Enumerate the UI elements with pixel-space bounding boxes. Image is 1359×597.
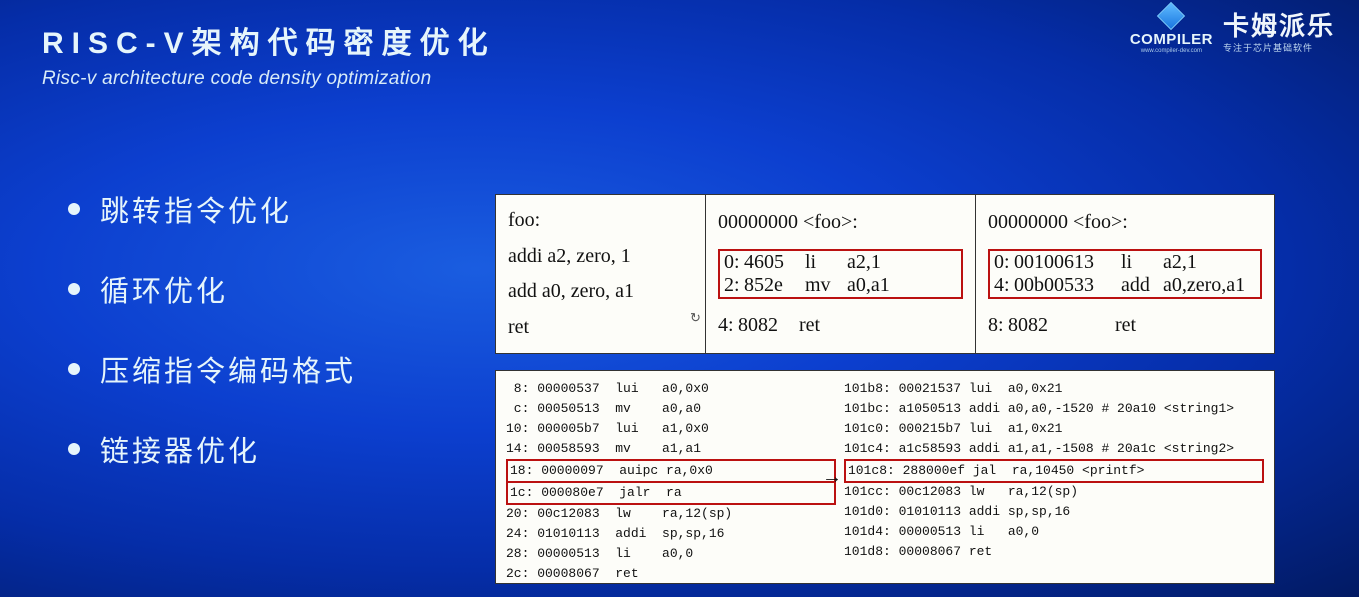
mnemonic: mv <box>805 274 847 297</box>
dis-line: 1c: 000080e7 jalr ra <box>506 481 836 505</box>
dis-line: 101c4: a1c58593 addi a1,a1,-1508 # 20a1c… <box>844 439 1264 459</box>
dis-line: 101c8: 288000ef jal ra,10450 <printf> <box>844 459 1264 483</box>
reload-icon: ↻ <box>690 310 701 326</box>
title-cn: RISC-V架构代码密度优化 <box>42 18 496 62</box>
dis-line: 101cc: 00c12083 lw ra,12(sp) <box>844 482 1264 502</box>
mnemonic: ret <box>799 314 841 337</box>
linker-before-column: 8: 00000537 lui a0,0x0 c: 00050513 mv a0… <box>506 379 836 575</box>
bullet-dot-icon <box>68 283 80 295</box>
arrow-icon: → <box>822 466 842 489</box>
dis-line: 10: 000005b7 lui a1,0x0 <box>506 419 836 439</box>
linker-after-column: 101b8: 00021537 lui a0,0x21101bc: a10505… <box>844 379 1264 575</box>
dis-line: 18: 00000097 auipc ra,0x0 <box>506 459 836 483</box>
bullet-list: 跳转指令优化 循环优化 压缩指令编码格式 链接器优化 <box>68 188 356 508</box>
logo-block: COMPILER www.compiler-dev.com 卡姆派乐 专注于芯片… <box>1130 6 1335 54</box>
addr: 8: <box>988 314 1008 337</box>
mnemonic: li <box>805 251 847 274</box>
addr: 0: <box>994 251 1014 274</box>
mnemonic: add <box>1121 274 1163 297</box>
asm-line: addi a2, zero, 1 <box>508 245 693 268</box>
dis-line: 4:8082 ret <box>718 314 963 337</box>
bullet-item: 循环优化 <box>68 268 356 310</box>
asm-line: add a0, zero, a1 <box>508 280 693 303</box>
dis-line: 0:00100613 lia2,1 <box>994 251 1256 274</box>
dis-line: 28: 00000513 li a0,0 <box>506 544 836 564</box>
dis-line: 8: 00000537 lui a0,0x0 <box>506 379 836 399</box>
asm-source-column: foo: addi a2, zero, 1 add a0, zero, a1 r… <box>496 195 706 353</box>
bullet-item: 跳转指令优化 <box>68 188 356 230</box>
bullet-item: 压缩指令编码格式 <box>68 348 356 390</box>
logo-compiler-text: COMPILER <box>1130 31 1213 48</box>
operands: a2,1 <box>847 251 881 273</box>
dis-line: 101c0: 000215b7 lui a1,0x21 <box>844 419 1264 439</box>
dis-line: 24: 01010113 addi sp,sp,16 <box>506 524 836 544</box>
addr: 0: <box>724 251 744 274</box>
dis-line: 101b8: 00021537 lui a0,0x21 <box>844 379 1264 399</box>
logo-compiler-sub: www.compiler-dev.com <box>1130 48 1213 54</box>
dis-line: 20: 00c12083 lw ra,12(sp) <box>506 504 836 524</box>
encoding: 4605 <box>744 251 800 274</box>
diamond-icon <box>1157 2 1185 30</box>
operands: a2,1 <box>1163 251 1197 273</box>
bullet-text: 链接器优化 <box>100 428 260 470</box>
dis-line: 2c: 00008067 ret <box>506 564 836 584</box>
asm-line: ret <box>508 316 693 339</box>
encoding: 00100613 <box>1014 251 1116 274</box>
bullet-text: 循环优化 <box>100 268 228 310</box>
panel-linker-example: 8: 00000537 lui a0,0x0 c: 00050513 mv a0… <box>495 370 1275 584</box>
highlight-box: 0:4605 lia2,1 2:852e mva0,a1 <box>718 249 963 299</box>
dis-line: 2:852e mva0,a1 <box>724 274 957 297</box>
dis-line: 101d4: 00000513 li a0,0 <box>844 522 1264 542</box>
dis-compressed-column: 00000000 <foo>: 0:4605 lia2,1 2:852e mva… <box>706 195 976 353</box>
dis-line: 8:8082 ret <box>988 314 1262 337</box>
addr: 4: <box>994 274 1014 297</box>
dis-line: 4:00b00533 adda0,zero,a1 <box>994 274 1256 297</box>
slide-header: RISC-V架构代码密度优化 Risc-v architecture code … <box>42 18 496 90</box>
mnemonic: li <box>1121 251 1163 274</box>
asm-line: foo: <box>508 209 693 232</box>
dis-line: 101d8: 00008067 ret <box>844 542 1264 562</box>
bullet-dot-icon <box>68 363 80 375</box>
operands: a0,a1 <box>847 274 890 296</box>
addr: 2: <box>724 274 744 297</box>
bullet-item: 链接器优化 <box>68 428 356 470</box>
dis-uncompressed-column: 00000000 <foo>: 0:00100613 lia2,1 4:00b0… <box>976 195 1274 353</box>
dis-line: 101d0: 01010113 addi sp,sp,16 <box>844 502 1264 522</box>
highlight-box: 0:00100613 lia2,1 4:00b00533 adda0,zero,… <box>988 249 1262 299</box>
addr: 4: <box>718 314 738 337</box>
dis-line: 101bc: a1050513 addi a0,a0,-1520 # 20a10… <box>844 399 1264 419</box>
encoding: 852e <box>744 274 800 297</box>
logo-compiler: COMPILER www.compiler-dev.com <box>1130 6 1213 54</box>
bullet-dot-icon <box>68 203 80 215</box>
dis-line: 0:4605 lia2,1 <box>724 251 957 274</box>
encoding: 00b00533 <box>1014 274 1116 297</box>
bullet-text: 跳转指令优化 <box>100 188 292 230</box>
panel-compressed-example: foo: addi a2, zero, 1 add a0, zero, a1 r… <box>495 194 1275 354</box>
dis-head: 00000000 <foo>: <box>988 211 1262 234</box>
logo-brand-main: 卡姆派乐 <box>1223 6 1335 43</box>
bullet-dot-icon <box>68 443 80 455</box>
dis-head: 00000000 <foo>: <box>718 211 963 234</box>
title-en: Risc-v architecture code density optimiz… <box>42 68 496 90</box>
dis-line: c: 00050513 mv a0,a0 <box>506 399 836 419</box>
logo-brand: 卡姆派乐 专注于芯片基础软件 <box>1223 6 1335 54</box>
operands: a0,zero,a1 <box>1163 274 1245 296</box>
encoding: 8082 <box>1008 314 1110 337</box>
encoding: 8082 <box>738 314 794 337</box>
dis-line: 14: 00058593 mv a1,a1 <box>506 439 836 459</box>
bullet-text: 压缩指令编码格式 <box>100 348 356 390</box>
mnemonic: ret <box>1115 314 1157 337</box>
